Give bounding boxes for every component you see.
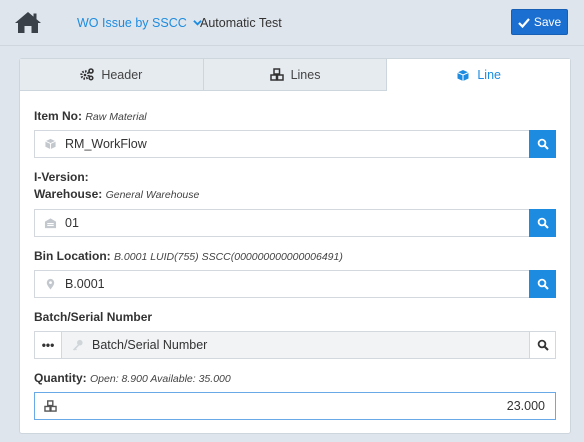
bin-field[interactable]: B.0001 bbox=[34, 270, 556, 298]
cogs-icon bbox=[80, 68, 95, 81]
search-icon bbox=[537, 278, 549, 290]
quantity-prefix bbox=[35, 400, 65, 412]
quantity-field[interactable]: 23.000 bbox=[34, 392, 556, 420]
batch-prefix bbox=[62, 339, 92, 351]
item-desc: Raw Material bbox=[85, 111, 147, 123]
quantity-label: Quantity: bbox=[34, 371, 87, 385]
batch-search-button[interactable] bbox=[529, 332, 555, 358]
batch-input[interactable]: Batch/Serial Number bbox=[92, 338, 529, 352]
bin-label: Bin Location: bbox=[34, 249, 111, 263]
bin-label-row: Bin Location: B.0001 LUID(755) SSCC(0000… bbox=[34, 249, 556, 263]
iversion-label: I-Version: bbox=[34, 170, 89, 184]
quantity-desc: Open: 8.900 Available: 35.000 bbox=[90, 373, 231, 385]
batch-field: ••• Batch/Serial Number bbox=[34, 331, 556, 359]
quantity-label-row: Quantity: Open: 8.900 Available: 35.000 bbox=[34, 371, 556, 385]
module-dropdown[interactable]: WO Issue by SSCC bbox=[77, 16, 202, 30]
warehouse-label: Warehouse: bbox=[34, 187, 103, 201]
item-input[interactable]: RM_WorkFlow bbox=[65, 137, 529, 151]
cube-icon bbox=[457, 69, 470, 81]
warehouse-field[interactable]: 01 bbox=[34, 209, 556, 237]
quantity-input[interactable]: 23.000 bbox=[65, 399, 555, 413]
item-label: Item No: bbox=[34, 109, 82, 123]
tab-line[interactable]: Line bbox=[387, 59, 571, 91]
bin-input[interactable]: B.0001 bbox=[65, 277, 529, 291]
item-field[interactable]: RM_WorkFlow bbox=[34, 130, 556, 158]
tab-lines-label: Lines bbox=[290, 67, 321, 82]
batch-more-button[interactable]: ••• bbox=[35, 332, 62, 358]
bin-search-button[interactable] bbox=[529, 270, 556, 298]
warehouse-icon bbox=[44, 218, 56, 229]
top-bar: WO Issue by SSCC Automatic Test Save bbox=[0, 0, 584, 46]
tab-header[interactable]: Header bbox=[20, 59, 204, 90]
batch-label: Batch/Serial Number bbox=[34, 310, 153, 324]
page-subtitle: Automatic Test bbox=[200, 16, 282, 30]
item-label-row: Item No: Raw Material bbox=[34, 109, 556, 123]
search-icon bbox=[537, 217, 549, 229]
line-panel: Header Lines Line Item No: Raw Material bbox=[19, 58, 571, 434]
home-icon[interactable] bbox=[14, 10, 42, 34]
cube-icon bbox=[44, 138, 56, 150]
module-label: WO Issue by SSCC bbox=[77, 16, 187, 30]
warehouse-input[interactable]: 01 bbox=[65, 216, 529, 230]
save-label: Save bbox=[533, 15, 562, 29]
save-button[interactable]: Save bbox=[511, 9, 568, 35]
tab-lines[interactable]: Lines bbox=[204, 59, 388, 90]
tab-line-label: Line bbox=[477, 68, 501, 82]
map-marker-icon bbox=[46, 278, 54, 290]
warehouse-label-row: Warehouse: General Warehouse bbox=[34, 187, 556, 201]
search-icon bbox=[537, 339, 549, 351]
key-icon bbox=[72, 339, 83, 351]
cubes-icon bbox=[269, 68, 284, 81]
warehouse-prefix bbox=[35, 217, 65, 229]
tab-bar: Header Lines Line bbox=[20, 59, 571, 91]
check-icon bbox=[518, 17, 530, 28]
warehouse-desc: General Warehouse bbox=[105, 189, 200, 201]
tab-header-label: Header bbox=[101, 67, 143, 82]
item-search-button[interactable] bbox=[529, 130, 556, 158]
warehouse-search-button[interactable] bbox=[529, 209, 556, 237]
item-prefix bbox=[35, 138, 65, 150]
bin-prefix bbox=[35, 278, 65, 290]
bin-desc: B.0001 LUID(755) SSCC(000000000000006491… bbox=[114, 251, 343, 263]
search-icon bbox=[537, 138, 549, 150]
cubes-icon bbox=[43, 400, 57, 412]
